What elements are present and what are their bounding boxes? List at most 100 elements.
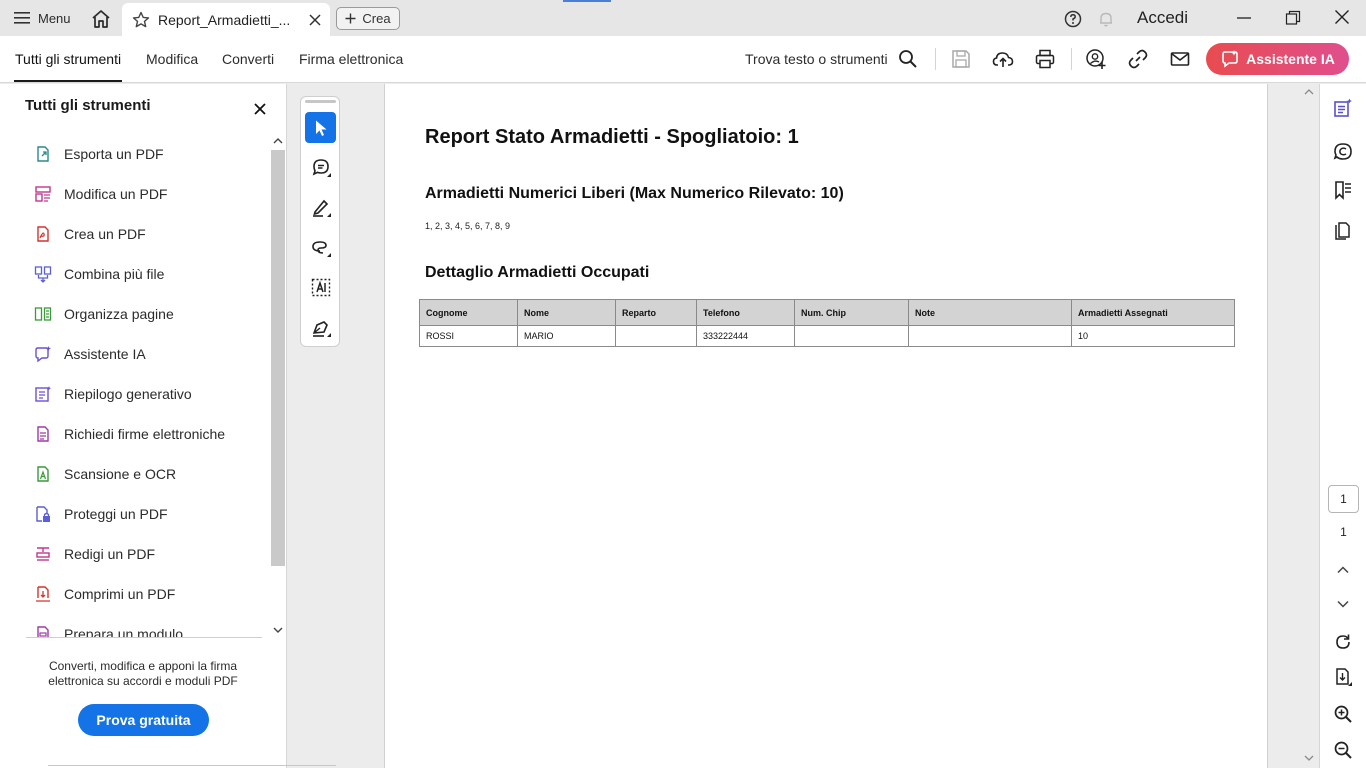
close-panel-icon[interactable]: [254, 103, 266, 115]
menu-button[interactable]: Menu: [14, 8, 71, 28]
rotate-icon[interactable]: [1333, 632, 1353, 652]
previous-page-icon[interactable]: [1333, 560, 1353, 580]
report-title: Report Stato Armadietti - Spogliatoio: 1: [425, 126, 799, 148]
tool-edit-pdf[interactable]: Modifica un PDF: [0, 174, 262, 214]
star-icon[interactable]: [132, 11, 150, 29]
search-icon[interactable]: [897, 48, 919, 70]
tool-label: Riepilogo generativo: [64, 386, 192, 402]
tab-all-tools[interactable]: Tutti gli strumenti: [15, 51, 121, 67]
generative-summary-icon: [35, 386, 52, 402]
promo-text: Converti, modifica e apponi la firma ele…: [48, 659, 238, 688]
table-cell: 10: [1071, 325, 1235, 347]
tool-label: Richiedi firme elettroniche: [64, 426, 226, 442]
main-toolbar: Tutti gli strumenti Modifica Converti Fi…: [0, 36, 1366, 83]
scroll-down-icon[interactable]: [273, 626, 283, 634]
panel-title: Tutti gli strumenti: [25, 97, 151, 114]
comments-rail-icon[interactable]: [1333, 142, 1353, 162]
sign-tool-button[interactable]: [305, 312, 336, 343]
tool-compress-pdf[interactable]: Comprimi un PDF: [0, 574, 262, 614]
ai-assistant-button[interactable]: Assistente IA: [1206, 43, 1349, 75]
current-page-input[interactable]: 1: [1328, 485, 1359, 513]
table-cell: [908, 325, 1072, 347]
bell-icon[interactable]: [1097, 10, 1115, 28]
text-tool-button[interactable]: [305, 272, 336, 303]
email-icon[interactable]: [1169, 48, 1191, 70]
plus-icon: [345, 13, 356, 24]
tool-export-pdf[interactable]: Esporta un PDF: [0, 134, 262, 174]
tool-scan-ocr[interactable]: Scansione e OCR: [0, 454, 262, 494]
document-tab[interactable]: Report_Armadietti_...: [122, 3, 330, 36]
tools-list: Esporta un PDF Modifica un PDF Crea un P…: [0, 134, 262, 637]
highlight-tool-button[interactable]: [305, 192, 336, 223]
home-icon[interactable]: [90, 8, 112, 30]
share-user-icon[interactable]: [1085, 48, 1107, 70]
organize-pages-icon: [34, 307, 52, 321]
cursor-arrow-icon: [315, 120, 326, 136]
help-icon[interactable]: [1064, 10, 1082, 28]
page-thumbnails-rail-icon[interactable]: [1333, 220, 1353, 240]
create-pdf-icon: [37, 226, 49, 242]
export-pdf-icon: [37, 146, 49, 162]
save-icon[interactable]: [950, 48, 972, 70]
lasso-icon: [311, 240, 331, 257]
redact-pdf-icon: [36, 547, 50, 561]
minimize-icon[interactable]: [1236, 10, 1252, 26]
menu-label: Menu: [38, 10, 71, 26]
free-trial-button[interactable]: Prova gratuita: [78, 704, 209, 736]
tool-redact-pdf[interactable]: Redigi un PDF: [0, 534, 262, 574]
create-button[interactable]: Crea: [336, 7, 400, 30]
document-scroll-down-icon[interactable]: [1304, 754, 1314, 762]
tool-request-signatures[interactable]: Richiedi firme elettroniche: [0, 414, 262, 454]
tool-protect-pdf[interactable]: Proteggi un PDF: [0, 494, 262, 534]
page-fit-icon[interactable]: [1333, 667, 1353, 687]
tab-convert[interactable]: Converti: [222, 51, 274, 67]
zoom-out-icon[interactable]: [1333, 740, 1353, 760]
scan-ocr-icon: [37, 466, 49, 482]
comment-tool-button[interactable]: [305, 152, 336, 183]
sign-in-link[interactable]: Accedi: [1137, 8, 1188, 28]
column-header: Armadietti Assegnati: [1071, 299, 1235, 326]
free-lockers-list: 1, 2, 3, 4, 5, 6, 7, 8, 9: [425, 221, 511, 231]
tab-e-sign[interactable]: Firma elettronica: [299, 51, 403, 67]
tool-label: Comprimi un PDF: [64, 586, 176, 602]
tool-combine-files[interactable]: Combina più file: [0, 254, 262, 294]
document-scroll-up-icon[interactable]: [1304, 88, 1314, 96]
ai-assistant-icon: [35, 346, 51, 363]
close-window-icon[interactable]: [1334, 9, 1350, 25]
column-header: Nome: [517, 299, 616, 326]
generative-summary-rail-icon[interactable]: [1333, 98, 1353, 118]
column-header: Reparto: [615, 299, 697, 326]
draw-tool-button[interactable]: [305, 232, 336, 263]
scroll-up-icon[interactable]: [273, 137, 283, 145]
table-cell: MARIO: [517, 325, 616, 347]
tool-ai-assistant[interactable]: Assistente IA: [0, 334, 262, 374]
tab-title: Report_Armadietti_...: [158, 11, 291, 28]
panel-scrollbar-thumb[interactable]: [271, 150, 285, 566]
tab-edit[interactable]: Modifica: [146, 51, 198, 67]
restore-icon[interactable]: [1285, 10, 1301, 26]
select-tool-button[interactable]: [305, 112, 336, 143]
tool-label: Prepara un modulo: [64, 626, 184, 637]
close-tab-icon[interactable]: [308, 13, 322, 27]
total-pages: 1: [1340, 525, 1347, 539]
tool-generative-summary[interactable]: Riepilogo generativo: [0, 374, 262, 414]
zoom-in-icon[interactable]: [1333, 704, 1353, 724]
tool-create-pdf[interactable]: Crea un PDF: [0, 214, 262, 254]
tool-prepare-form[interactable]: Prepara un modulo: [0, 614, 262, 637]
next-page-icon[interactable]: [1333, 594, 1353, 614]
occupied-lockers-heading: Dettaglio Armadietti Occupati: [425, 264, 650, 281]
table-header-row: Cognome Nome Reparto Telefono Num. Chip …: [419, 299, 1235, 326]
tool-label: Scansione e OCR: [64, 466, 177, 482]
free-lockers-heading: Armadietti Numerici Liberi (Max Numerico…: [425, 185, 844, 202]
cloud-upload-icon[interactable]: [992, 48, 1014, 70]
drag-region-accent: [563, 0, 611, 2]
link-icon[interactable]: [1127, 48, 1149, 70]
active-tab-indicator: [14, 80, 122, 82]
strip-grip-handle[interactable]: [305, 100, 336, 103]
bookmarks-rail-icon[interactable]: [1333, 180, 1353, 200]
column-header: Note: [908, 299, 1072, 326]
table-cell: [615, 325, 697, 347]
find-tools-label[interactable]: Trova testo o strumenti: [745, 51, 888, 67]
tool-organize-pages[interactable]: Organizza pagine: [0, 294, 262, 334]
print-icon[interactable]: [1034, 48, 1056, 70]
